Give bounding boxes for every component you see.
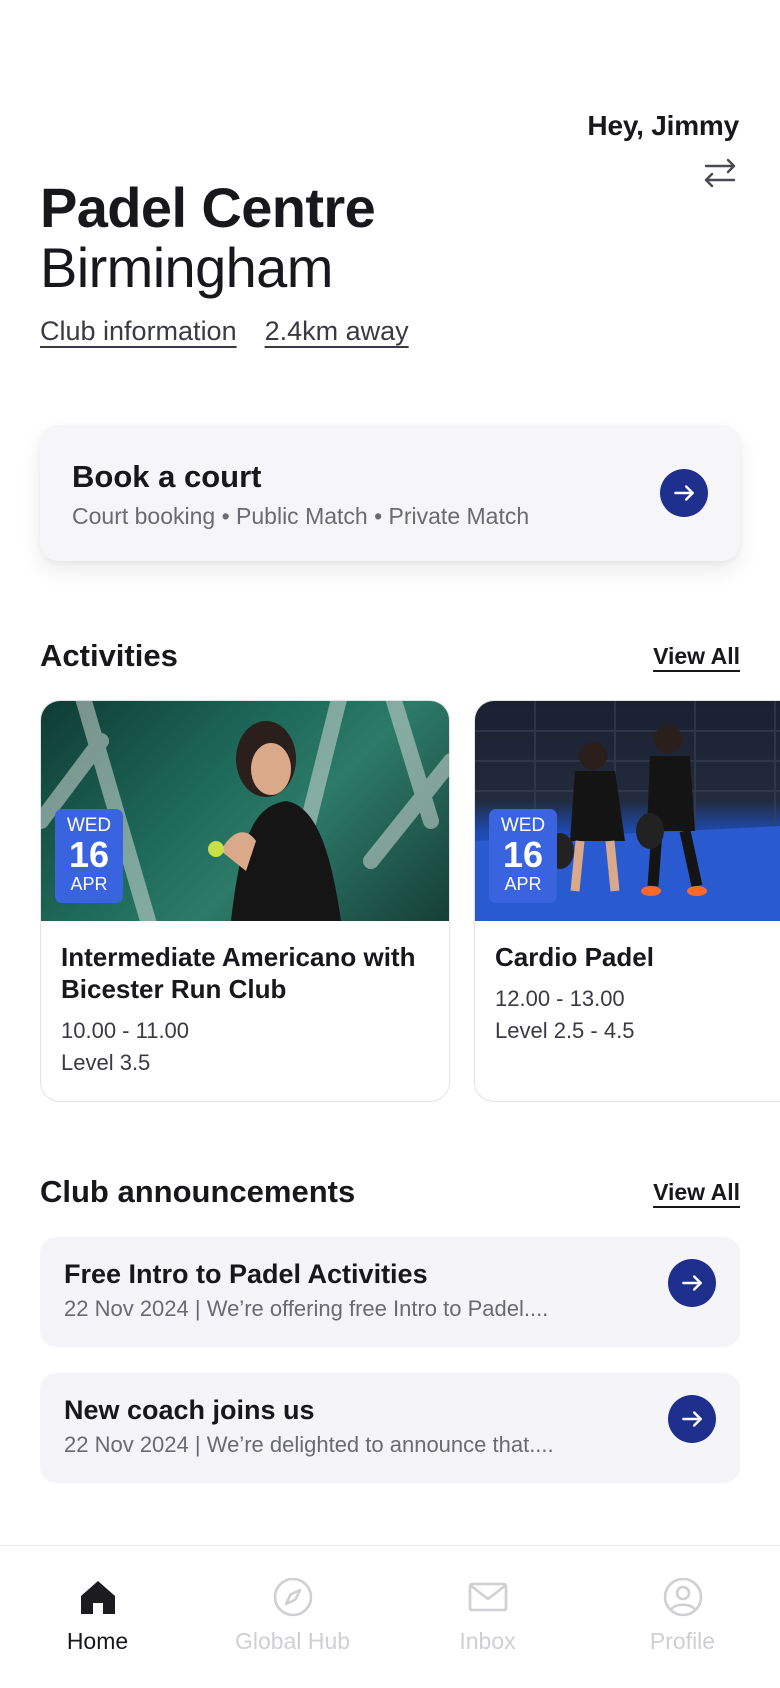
arrow-right-icon[interactable] bbox=[668, 1395, 716, 1443]
date-dow: WED bbox=[500, 815, 546, 836]
activity-body: Cardio Padel 12.00 - 13.00 Level 2.5 - 4… bbox=[475, 921, 780, 1067]
club-name-line1: Padel Centre bbox=[40, 176, 376, 239]
date-badge: WED 16 APR bbox=[55, 809, 123, 903]
tab-profile[interactable]: Profile bbox=[585, 1546, 780, 1688]
activities-title: Activities bbox=[40, 638, 178, 673]
activity-level: Level 2.5 - 4.5 bbox=[495, 1018, 635, 1043]
announcement-subtitle: 22 Nov 2024 | We’re offering free Intro … bbox=[64, 1296, 549, 1321]
home-icon bbox=[80, 1581, 115, 1614]
club-name-line2: Birmingham bbox=[40, 236, 333, 299]
arrow-right-icon[interactable] bbox=[668, 1259, 716, 1307]
tab-label: Home bbox=[66, 1628, 129, 1654]
announcements-view-all-link[interactable]: View All bbox=[653, 1179, 740, 1206]
mail-icon bbox=[468, 1582, 507, 1612]
date-month: APR bbox=[504, 874, 542, 894]
tab-global-hub[interactable]: Global Hub bbox=[195, 1546, 390, 1688]
activity-card[interactable]: WED 16 APR Intermediate Americano with B… bbox=[40, 700, 450, 1102]
announcement-title: Free Intro to Padel Activities bbox=[64, 1259, 428, 1289]
activity-body: Intermediate Americano with Bicester Run… bbox=[41, 921, 449, 1099]
book-court-subtitle: Court booking • Public Match • Private M… bbox=[72, 503, 530, 529]
tab-home[interactable]: Home bbox=[0, 1546, 195, 1688]
activities-view-all-link[interactable]: View All bbox=[653, 643, 740, 670]
tab-label: Global Hub bbox=[234, 1628, 351, 1654]
activity-title: Intermediate Americano with Bicester Run… bbox=[61, 942, 416, 1004]
tab-inbox[interactable]: Inbox bbox=[390, 1546, 585, 1688]
announcement-card[interactable]: New coach joins us 22 Nov 2024 | We’re d… bbox=[40, 1373, 740, 1483]
swap-arrows-icon[interactable] bbox=[702, 155, 738, 191]
announcements-header: Club announcements View All bbox=[40, 1174, 740, 1210]
book-court-card[interactable]: Book a court Court booking • Public Matc… bbox=[40, 425, 740, 561]
activity-time: 12.00 - 13.00 bbox=[495, 986, 625, 1011]
date-badge: WED 16 APR bbox=[489, 809, 557, 903]
announcements-title: Club announcements bbox=[40, 1174, 356, 1209]
date-dow: WED bbox=[66, 815, 112, 836]
club-information-link[interactable]: Club information bbox=[40, 316, 237, 347]
activity-image: WED 16 APR bbox=[475, 701, 780, 921]
distance-link[interactable]: 2.4km away bbox=[265, 316, 409, 347]
arrow-right-icon[interactable] bbox=[660, 469, 708, 517]
announcement-card[interactable]: Free Intro to Padel Activities 22 Nov 20… bbox=[40, 1237, 740, 1347]
bottom-tab-bar: Home Global Hub Inbox Profile bbox=[0, 1545, 780, 1688]
activities-header: Activities View All bbox=[40, 638, 740, 674]
activity-level: Level 3.5 bbox=[61, 1050, 151, 1075]
tab-label: Inbox bbox=[459, 1628, 516, 1654]
compass-icon bbox=[273, 1577, 312, 1617]
book-court-title: Book a court bbox=[72, 459, 262, 494]
activity-title: Cardio Padel bbox=[495, 942, 654, 972]
greeting-text: Hey, Jimmy bbox=[587, 110, 739, 141]
club-links: Club information 2.4km away bbox=[40, 316, 409, 347]
activity-time: 10.00 - 11.00 bbox=[61, 1018, 190, 1043]
date-day: 16 bbox=[502, 834, 544, 875]
club-title: Padel Centre Birmingham bbox=[40, 178, 640, 298]
announcement-subtitle: 22 Nov 2024 | We’re delighted to announc… bbox=[64, 1432, 554, 1457]
date-day: 16 bbox=[68, 834, 110, 875]
date-month: APR bbox=[70, 874, 108, 894]
announcement-title: New coach joins us bbox=[64, 1395, 315, 1425]
activities-carousel[interactable]: WED 16 APR Intermediate Americano with B… bbox=[40, 700, 780, 1104]
activity-card[interactable]: WED 16 APR Cardio Padel 12.00 - 13.00 Le… bbox=[474, 700, 780, 1102]
user-icon bbox=[663, 1577, 702, 1617]
tab-label: Profile bbox=[649, 1628, 716, 1654]
activity-image: WED 16 APR bbox=[41, 701, 449, 921]
